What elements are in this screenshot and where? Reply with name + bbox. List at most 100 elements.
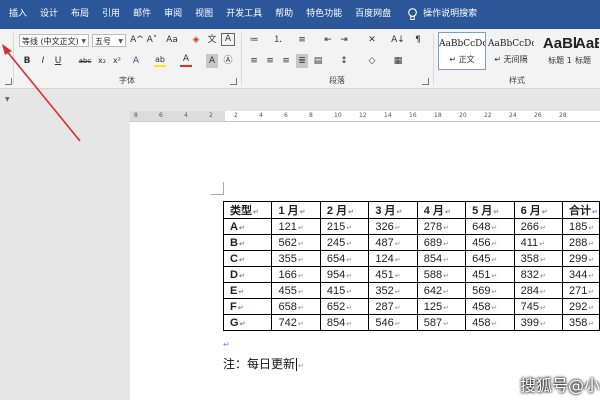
- style-no-spacing[interactable]: AaBbCcDc ↵ 无间隔: [487, 32, 535, 70]
- font-color-icon[interactable]: A: [180, 54, 192, 67]
- table-cell[interactable]: 546↵: [368, 314, 418, 331]
- chinese-layout-icon[interactable]: ✕: [366, 33, 378, 47]
- tab-references[interactable]: 引用: [102, 0, 120, 29]
- table-cell[interactable]: 854↵: [319, 314, 370, 331]
- tab-baidu-netdisk[interactable]: 百度网盘: [355, 0, 391, 29]
- shrink-font-icon[interactable]: A˅: [145, 33, 159, 47]
- clear-format-icon[interactable]: ◈: [190, 33, 202, 47]
- tab-design[interactable]: 设计: [40, 0, 58, 29]
- change-case-icon[interactable]: Aa: [164, 33, 180, 47]
- row-label-cell[interactable]: B↵: [222, 234, 273, 251]
- table-cell[interactable]: 415↵: [319, 282, 370, 299]
- tab-help[interactable]: 帮助: [275, 0, 293, 29]
- table-cell[interactable]: 587↵: [416, 314, 467, 331]
- tell-me-search[interactable]: 操作说明搜索: [407, 0, 477, 29]
- column-header[interactable]: 3 月↵: [368, 201, 418, 219]
- tab-layout[interactable]: 布局: [71, 0, 89, 29]
- table-cell[interactable]: 451↵: [368, 266, 418, 283]
- char-border-icon[interactable]: A: [221, 33, 235, 46]
- table-cell[interactable]: 954↵: [319, 266, 370, 283]
- table-cell[interactable]: 278↵: [416, 218, 467, 235]
- row-label-cell[interactable]: D↵: [222, 266, 273, 283]
- column-header[interactable]: 1 月↵: [271, 201, 321, 219]
- column-header[interactable]: 合计↵: [562, 201, 600, 219]
- table-cell[interactable]: 455↵: [271, 282, 321, 299]
- column-header-type[interactable]: 类型↵: [222, 201, 273, 219]
- table-cell[interactable]: 854↵: [416, 250, 467, 267]
- superscript-icon[interactable]: x²: [111, 54, 123, 68]
- table-cell[interactable]: 689↵: [416, 234, 467, 251]
- table-cell[interactable]: 562↵: [271, 234, 321, 251]
- font-size-combo[interactable]: 五号 ▼: [92, 34, 126, 47]
- table-cell[interactable]: 456↵: [465, 234, 515, 251]
- table-cell[interactable]: 245↵: [319, 234, 370, 251]
- shading-icon[interactable]: ◇: [366, 54, 378, 68]
- show-marks-icon[interactable]: ¶: [412, 33, 424, 47]
- sort-icon[interactable]: A↓: [390, 33, 406, 47]
- table-cell[interactable]: 458↵: [465, 298, 515, 315]
- table-cell[interactable]: 124↵: [368, 250, 418, 267]
- align-left-icon[interactable]: ≡: [248, 54, 260, 68]
- table-cell[interactable]: 358↵: [513, 250, 564, 267]
- tab-insert[interactable]: 插入: [9, 0, 27, 29]
- enclose-char-icon[interactable]: Ⓐ: [222, 54, 234, 68]
- table-cell[interactable]: 832↵: [513, 266, 564, 283]
- table-cell[interactable]: 166↵: [271, 266, 321, 283]
- font-dialog-launcher[interactable]: [230, 78, 237, 85]
- table-cell[interactable]: 569↵: [465, 282, 515, 299]
- table-cell[interactable]: 266↵: [513, 218, 564, 235]
- paragraph-dialog-launcher[interactable]: [422, 78, 429, 85]
- row-label-cell[interactable]: F↵: [222, 298, 273, 315]
- table-cell[interactable]: 654↵: [319, 250, 370, 267]
- table-cell[interactable]: 284↵: [513, 282, 564, 299]
- table-cell[interactable]: 271↵: [562, 282, 600, 299]
- table-cell[interactable]: 125↵: [416, 298, 467, 315]
- column-header[interactable]: 5 月↵: [465, 201, 515, 219]
- data-table[interactable]: 类型↵ 1 月↵ 2 月↵ 3 月↵ 4 月↵ 5 月↵ 6 月↵ 合计↵ A↵ 121↵ 215…: [222, 201, 600, 331]
- table-cell[interactable]: 652↵: [319, 298, 370, 315]
- bullets-icon[interactable]: ≔: [248, 33, 260, 47]
- table-cell[interactable]: 358↵: [562, 314, 600, 331]
- tab-mailings[interactable]: 邮件: [133, 0, 151, 29]
- table-cell[interactable]: 458↵: [465, 314, 515, 331]
- note-text[interactable]: 注：每日更新 ↵: [223, 355, 304, 372]
- table-cell[interactable]: 487↵: [368, 234, 418, 251]
- table-cell[interactable]: 399↵: [513, 314, 564, 331]
- table-cell[interactable]: 648↵: [465, 218, 515, 235]
- column-header[interactable]: 2 月↵: [319, 201, 370, 219]
- row-label-cell[interactable]: E↵: [222, 282, 273, 299]
- borders-icon[interactable]: ▦: [392, 54, 404, 68]
- table-cell[interactable]: 742↵: [271, 314, 321, 331]
- phonetic-guide-icon[interactable]: 文: [206, 33, 218, 47]
- multilevel-list-icon[interactable]: ≡: [296, 33, 308, 47]
- tab-review[interactable]: 审阅: [164, 0, 182, 29]
- table-cell[interactable]: 355↵: [271, 250, 321, 267]
- highlight-icon[interactable]: ab: [154, 54, 166, 67]
- row-label-cell[interactable]: C↵: [222, 250, 273, 267]
- table-cell[interactable]: 288↵: [562, 234, 600, 251]
- grow-font-icon[interactable]: A^: [130, 33, 144, 47]
- horizontal-ruler[interactable]: 8 6 4 2 2 4 6 8 10 12 14 16 18 20 22 24 26 28: [130, 111, 600, 122]
- column-header[interactable]: 4 月↵: [416, 201, 467, 219]
- line-spacing-icon[interactable]: ↕: [338, 54, 350, 68]
- decrease-indent-icon[interactable]: ⇤: [322, 33, 334, 47]
- table-cell[interactable]: 745↵: [513, 298, 564, 315]
- justify-icon[interactable]: ≣: [296, 54, 308, 68]
- align-right-icon[interactable]: ≡: [280, 54, 292, 68]
- tab-view[interactable]: 视图: [195, 0, 213, 29]
- char-shading-icon[interactable]: A: [206, 54, 218, 68]
- document-page[interactable]: 类型↵ 1 月↵ 2 月↵ 3 月↵ 4 月↵ 5 月↵ 6 月↵ 合计↵ A↵ 121↵ 215…: [130, 122, 600, 400]
- table-cell[interactable]: 292↵: [562, 298, 600, 315]
- increase-indent-icon[interactable]: ⇥: [338, 33, 350, 47]
- distributed-icon[interactable]: ▤: [312, 54, 324, 68]
- numbering-icon[interactable]: ⒈: [272, 33, 284, 47]
- table-cell[interactable]: 451↵: [465, 266, 515, 283]
- style-normal[interactable]: AaBbCcDc ↵ 正文: [438, 32, 486, 70]
- table-cell[interactable]: 287↵: [368, 298, 418, 315]
- table-cell[interactable]: 645↵: [465, 250, 515, 267]
- subscript-icon[interactable]: x₂: [96, 54, 108, 68]
- tab-developer[interactable]: 开发工具: [226, 0, 262, 29]
- table-cell[interactable]: 642↵: [416, 282, 467, 299]
- align-center-icon[interactable]: ≡: [264, 54, 276, 68]
- table-cell[interactable]: 326↵: [368, 218, 418, 235]
